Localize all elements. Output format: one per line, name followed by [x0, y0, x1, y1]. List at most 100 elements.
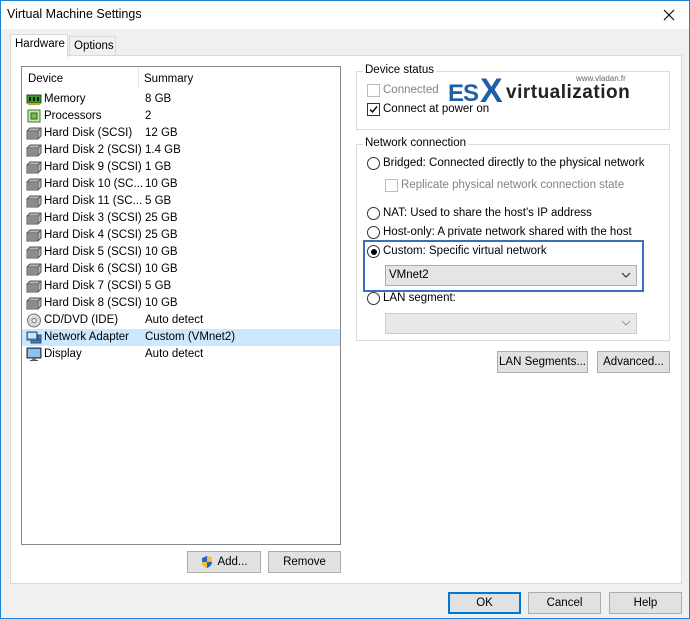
close-icon [663, 9, 675, 21]
column-separator[interactable] [138, 67, 139, 89]
device-name: Hard Disk 4 (SCSI) [44, 229, 142, 241]
close-button[interactable] [649, 1, 689, 29]
cancel-button[interactable]: Cancel [528, 592, 601, 614]
custom-network-value: VMnet2 [389, 269, 429, 281]
device-list[interactable]: Device Summary Memory 8 GB Processors 2 Hard… [21, 66, 341, 545]
device-name: Hard Disk 5 (SCSI) [44, 246, 142, 258]
device-summary: Auto detect [145, 314, 204, 326]
remove-button[interactable]: Remove [268, 551, 341, 573]
ok-button-label: OK [476, 597, 493, 609]
device-row[interactable]: Hard Disk 5 (SCSI) 10 GB [22, 244, 340, 261]
device-summary: 5 GB [145, 280, 172, 292]
checkmark-icon [369, 106, 378, 114]
device-row[interactable]: Display Auto detect [22, 346, 340, 363]
hard-disk-icon [26, 296, 42, 311]
device-summary: 10 GB [145, 263, 178, 275]
device-row[interactable]: Hard Disk (SCSI) 12 GB [22, 125, 340, 142]
custom-network-select[interactable]: VMnet2 [385, 265, 637, 286]
hard-disk-icon [26, 160, 42, 175]
replicate-state-label: Replicate physical network connection st… [401, 179, 625, 191]
device-name: Hard Disk 7 (SCSI) [44, 280, 142, 292]
connect-at-power-on-checkbox[interactable] [367, 103, 380, 116]
device-name: CD/DVD (IDE) [44, 314, 119, 326]
device-row[interactable]: Hard Disk 2 (SCSI) 1.4 GB [22, 142, 340, 159]
hard-disk-icon [26, 177, 42, 192]
device-row[interactable]: Hard Disk 4 (SCSI) 25 GB [22, 227, 340, 244]
hard-disk-icon [26, 211, 42, 226]
display-icon [26, 347, 42, 362]
radio-selected-dot [370, 248, 377, 255]
chevron-down-icon [621, 272, 631, 278]
hard-disk-icon [26, 194, 42, 209]
radio-bridged-label: Bridged: Connected directly to the physi… [383, 157, 645, 169]
hard-disk-icon [26, 126, 42, 141]
hard-disk-icon [26, 279, 42, 294]
advanced-button[interactable]: Advanced... [597, 351, 670, 373]
device-summary: 1.4 GB [145, 144, 181, 156]
device-name: Hard Disk 6 (SCSI) [44, 263, 142, 275]
watermark-virtualization: virtualization [506, 82, 631, 103]
device-name: Hard Disk 9 (SCSI) [44, 161, 142, 173]
radio-host-only[interactable] [367, 226, 380, 239]
device-name: Hard Disk 2 (SCSI) [44, 144, 142, 156]
radio-host-only-label: Host-only: A private network shared with… [383, 226, 632, 238]
device-name: Network Adapter [44, 331, 130, 343]
device-row[interactable]: Processors 2 [22, 108, 340, 125]
device-row[interactable]: Hard Disk 7 (SCSI) 5 GB [22, 278, 340, 295]
tab-hardware[interactable]: Hardware [10, 34, 68, 57]
device-name: Hard Disk (SCSI) [44, 127, 133, 139]
title-bar: Virtual Machine Settings [1, 1, 689, 29]
device-summary: Auto detect [145, 348, 204, 360]
esx-virtualization-watermark: ES X virtualization www.vladan.fr [448, 72, 666, 110]
shield-icon [202, 556, 213, 568]
radio-custom[interactable] [367, 245, 380, 258]
chevron-down-icon [621, 320, 631, 326]
radio-lan-segment[interactable] [367, 292, 380, 305]
device-row[interactable]: Hard Disk 10 (SC... 10 GB [22, 176, 340, 193]
device-name: Processors [44, 110, 102, 122]
lan-segment-select[interactable] [385, 313, 637, 334]
device-summary: 8 GB [145, 93, 172, 105]
radio-nat[interactable] [367, 207, 380, 220]
processor-icon [26, 109, 42, 124]
column-header-device[interactable]: Device [28, 73, 63, 85]
device-row[interactable]: CD/DVD (IDE) Auto detect [22, 312, 340, 329]
device-row[interactable]: Hard Disk 6 (SCSI) 10 GB [22, 261, 340, 278]
device-name: Hard Disk 11 (SC... [44, 195, 143, 207]
vm-settings-window: Virtual Machine Settings Hardware Option… [0, 0, 690, 619]
device-row[interactable]: Network Adapter Custom (VMnet2) [22, 329, 340, 346]
device-summary: 10 GB [145, 297, 178, 309]
cancel-button-label: Cancel [546, 597, 583, 609]
device-name: Hard Disk 10 (SC... [44, 178, 144, 190]
device-row[interactable]: Hard Disk 11 (SC... 5 GB [22, 193, 340, 210]
device-row[interactable]: Hard Disk 9 (SCSI) 1 GB [22, 159, 340, 176]
device-summary: Custom (VMnet2) [145, 331, 236, 343]
help-button[interactable]: Help [609, 592, 682, 614]
add-button[interactable]: Add... [187, 551, 261, 573]
replicate-state-checkbox[interactable] [385, 179, 398, 192]
lan-segments-button[interactable]: LAN Segments... [497, 351, 588, 373]
tab-options[interactable]: Options [69, 36, 116, 56]
window-title: Virtual Machine Settings [7, 7, 142, 21]
ok-button[interactable]: OK [448, 592, 521, 614]
device-summary: 5 GB [145, 195, 172, 207]
connected-label: Connected [383, 84, 439, 96]
device-list-header: Device Summary [22, 67, 340, 89]
watermark-es: ES [448, 80, 479, 107]
device-summary: 12 GB [145, 127, 178, 139]
column-header-summary[interactable]: Summary [144, 73, 193, 85]
remove-button-label: Remove [283, 556, 326, 568]
hard-disk-icon [26, 262, 42, 277]
device-name: Hard Disk 3 (SCSI) [44, 212, 142, 224]
device-row[interactable]: Hard Disk 8 (SCSI) 10 GB [22, 295, 340, 312]
connected-checkbox[interactable] [367, 84, 380, 97]
watermark-url: www.vladan.fr [576, 74, 626, 83]
help-button-label: Help [633, 597, 658, 609]
memory-icon [26, 92, 42, 107]
cd-dvd-icon [26, 313, 42, 328]
device-row[interactable]: Memory 8 GB [22, 91, 340, 108]
network-adapter-icon [26, 330, 42, 345]
device-row[interactable]: Hard Disk 3 (SCSI) 25 GB [22, 210, 340, 227]
device-name: Hard Disk 8 (SCSI) [44, 297, 142, 309]
radio-bridged[interactable] [367, 157, 380, 170]
